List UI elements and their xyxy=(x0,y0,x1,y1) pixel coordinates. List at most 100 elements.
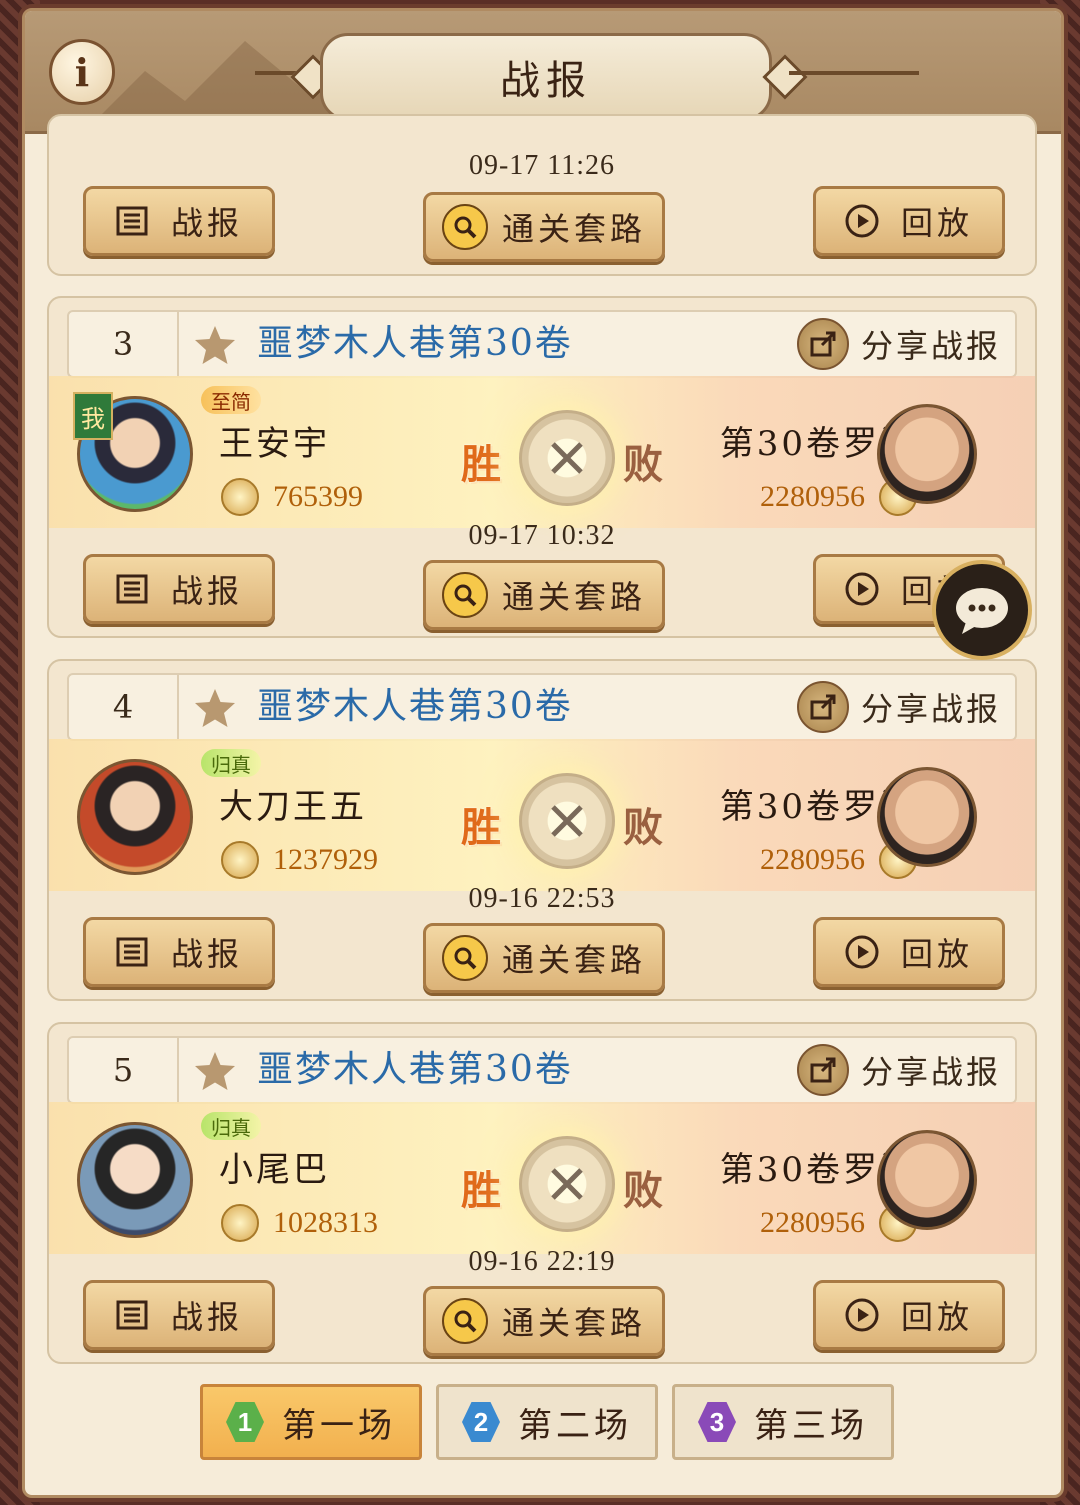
battle-card: 5 噩梦木人巷第30卷 分享战报 归真 小尾巴 1028313 胜 败 第30卷… xyxy=(47,1022,1037,1364)
list-icon xyxy=(116,206,148,236)
lose-label: 败 xyxy=(623,1167,663,1214)
report-button[interactable]: 战报 xyxy=(83,1280,275,1350)
play-icon xyxy=(845,1298,879,1332)
lose-label: 败 xyxy=(623,441,663,488)
list-icon xyxy=(116,574,148,604)
battle-card: 4 噩梦木人巷第30卷 分享战报 归真 大刀王五 1237929 胜 败 第30… xyxy=(47,659,1037,1001)
stage-name: 噩梦木人巷第30卷 xyxy=(257,686,573,727)
sword-coin-icon xyxy=(221,841,259,879)
battle-card: 3 噩梦木人巷第30卷 分享战报 我 至简 王安宇 765399 胜 败 第30… xyxy=(47,296,1037,638)
player-power: 1237929 xyxy=(221,841,378,879)
replay-button-label: 回放 xyxy=(900,1298,973,1336)
player-power-value: 765399 xyxy=(273,480,363,513)
player-power: 1028313 xyxy=(221,1204,378,1242)
battle-row: 归真 大刀王五 1237929 胜 败 第30卷罗汉 2280956 xyxy=(49,739,1035,891)
page-title: 战报 xyxy=(320,33,772,121)
player-power: 765399 xyxy=(221,478,363,516)
report-button[interactable]: 战报 xyxy=(83,917,275,987)
opponent-power-value: 2280956 xyxy=(760,843,865,876)
info-button[interactable]: i xyxy=(49,39,115,105)
battle-report-panel: i 战报 09-17 11:26 战报 通关套路 回放 3 噩梦木人巷第30卷 … xyxy=(22,8,1064,1498)
route-button-label: 通关套路 xyxy=(501,210,646,248)
list-icon xyxy=(116,937,148,967)
opponent-avatar[interactable] xyxy=(877,1130,977,1230)
sword-coin-icon xyxy=(221,478,259,516)
rank-badge: 归真 xyxy=(201,749,261,777)
replay-button-label: 回放 xyxy=(900,935,973,973)
battle-time: 09-17 10:32 xyxy=(468,520,616,551)
search-icon xyxy=(441,204,488,250)
battle-time: 09-17 11:26 xyxy=(468,150,616,181)
player-name: 小尾巴 xyxy=(219,1150,330,1190)
search-icon xyxy=(441,572,488,618)
me-badge: 我 xyxy=(73,392,113,440)
opponent-avatar[interactable] xyxy=(877,404,977,504)
title-deco-line-right xyxy=(789,71,919,75)
route-button[interactable]: 通关套路 xyxy=(423,1286,665,1356)
crossed-swords-icon xyxy=(519,410,615,506)
battle-row: 归真 小尾巴 1028313 胜 败 第30卷罗汉 2280956 xyxy=(49,1102,1035,1254)
opponent-power-value: 2280956 xyxy=(760,480,865,513)
share-icon xyxy=(796,1044,849,1096)
player-avatar[interactable] xyxy=(77,759,193,875)
share-report-button[interactable]: 分享战报 xyxy=(796,318,1001,370)
opponent-power-value: 2280956 xyxy=(760,1206,865,1239)
route-button[interactable]: 通关套路 xyxy=(423,923,665,993)
share-report-label: 分享战报 xyxy=(860,690,1001,728)
tab-round-1-label: 第一场 xyxy=(282,1405,396,1446)
chat-bubble-icon xyxy=(956,588,1008,634)
list-icon xyxy=(116,1300,148,1330)
round-3-hex-icon: 3 xyxy=(698,1402,736,1442)
share-report-label: 分享战报 xyxy=(860,327,1001,365)
stage-name: 噩梦木人巷第30卷 xyxy=(257,1049,573,1090)
player-avatar[interactable] xyxy=(77,1122,193,1238)
share-icon xyxy=(796,681,849,733)
sword-coin-icon xyxy=(221,1204,259,1242)
chat-button[interactable] xyxy=(932,560,1032,660)
star-icon xyxy=(195,326,235,364)
report-button[interactable]: 战报 xyxy=(83,186,275,256)
route-button[interactable]: 通关套路 xyxy=(423,192,665,262)
share-report-label: 分享战报 xyxy=(860,1053,1001,1091)
card-header: 4 噩梦木人巷第30卷 分享战报 xyxy=(67,673,1017,741)
win-label: 胜 xyxy=(461,1167,501,1214)
player-power-value: 1237929 xyxy=(273,843,378,876)
tab-round-3-label: 第三场 xyxy=(754,1405,868,1446)
route-button-label: 通关套路 xyxy=(501,941,646,979)
search-icon xyxy=(441,935,488,981)
round-tabs: 1 第一场 2 第二场 3 第三场 xyxy=(200,1384,894,1460)
star-icon xyxy=(195,689,235,727)
battle-time: 09-16 22:53 xyxy=(468,883,616,914)
crossed-swords-icon xyxy=(519,1136,615,1232)
lose-label: 败 xyxy=(623,804,663,851)
info-icon: i xyxy=(74,49,90,95)
tab-round-2[interactable]: 2 第二场 xyxy=(436,1384,658,1460)
search-icon xyxy=(441,1298,488,1344)
card-header: 3 噩梦木人巷第30卷 分享战报 xyxy=(67,310,1017,378)
tab-round-3[interactable]: 3 第三场 xyxy=(672,1384,894,1460)
tab-round-1[interactable]: 1 第一场 xyxy=(200,1384,422,1460)
win-label: 胜 xyxy=(461,441,501,488)
player-name: 王安宇 xyxy=(219,424,330,464)
player-name: 大刀王五 xyxy=(219,787,367,827)
player-power-value: 1028313 xyxy=(273,1206,378,1239)
route-button-label: 通关套路 xyxy=(501,578,646,616)
report-button[interactable]: 战报 xyxy=(83,554,275,624)
replay-button[interactable]: 回放 xyxy=(813,1280,1005,1350)
rank-badge: 至简 xyxy=(201,386,261,414)
play-icon xyxy=(845,935,879,969)
rank-badge: 归真 xyxy=(201,1112,261,1140)
replay-button-label: 回放 xyxy=(900,204,973,242)
route-button[interactable]: 通关套路 xyxy=(423,560,665,630)
replay-button[interactable]: 回放 xyxy=(813,917,1005,987)
opponent-avatar[interactable] xyxy=(877,767,977,867)
report-button-label: 战报 xyxy=(170,572,243,610)
replay-button[interactable]: 回放 xyxy=(813,186,1005,256)
share-report-button[interactable]: 分享战报 xyxy=(796,681,1001,733)
route-button-label: 通关套路 xyxy=(501,1304,646,1342)
rank-number: 4 xyxy=(69,675,179,739)
battle-time: 09-16 22:19 xyxy=(468,1246,616,1277)
crossed-swords-icon xyxy=(519,773,615,869)
share-report-button[interactable]: 分享战报 xyxy=(796,1044,1001,1096)
share-icon xyxy=(796,318,849,370)
